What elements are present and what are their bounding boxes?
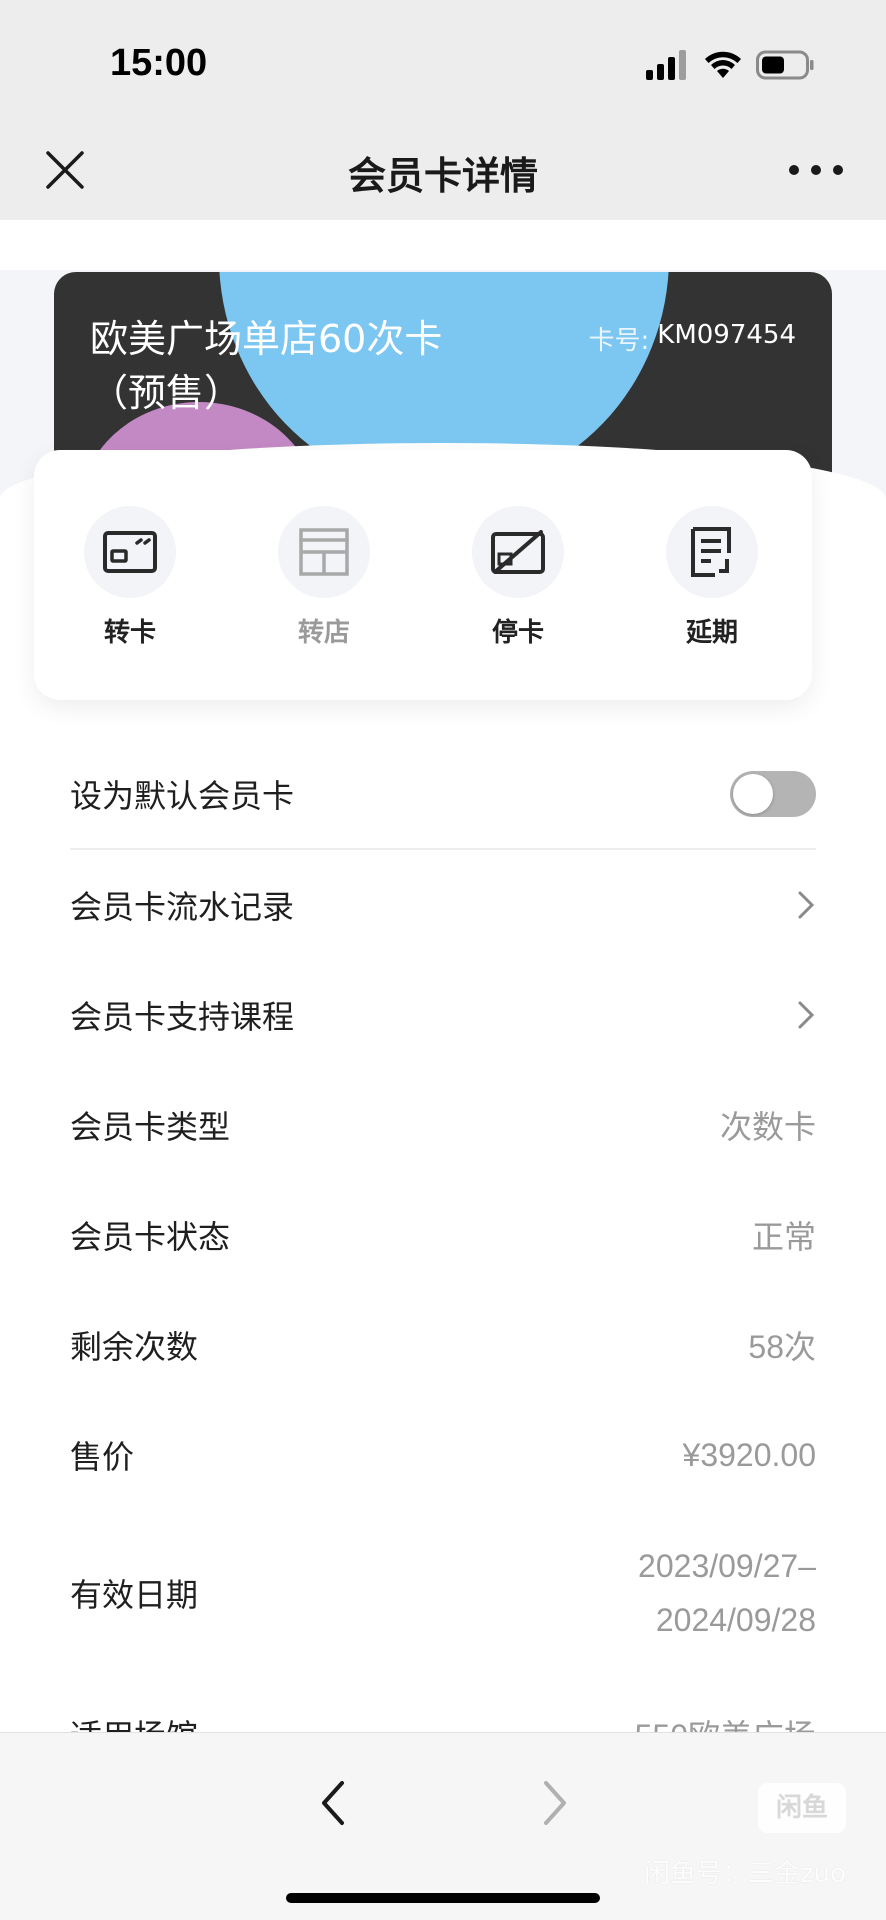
top-bar: 15:00 会员卡详情 <box>0 0 886 220</box>
forward-arrow-icon[interactable] <box>536 1773 576 1833</box>
remaining-times-value: 58次 <box>748 1329 816 1365</box>
chevron-right-icon <box>798 891 815 919</box>
card-type-value: 次数卡 <box>719 1109 816 1145</box>
validity-value: 2023/09/27– 2024/09/28 <box>638 1539 816 1647</box>
card-number-label: 卡号: <box>588 326 650 356</box>
default-card-toggle[interactable] <box>730 771 816 817</box>
signal-icon <box>646 50 686 80</box>
transfer-store-label: 转店 <box>297 618 350 648</box>
card-number: 卡号: KM097454 <box>589 320 797 357</box>
price-value: ¥3920.00 <box>682 1436 816 1473</box>
card-actions-panel: 转卡 转店 停卡 延期 <box>34 450 812 700</box>
back-arrow-icon[interactable] <box>312 1773 352 1833</box>
transfer-card-button[interactable]: 转卡 <box>70 506 190 649</box>
extend-card-label: 延期 <box>685 618 738 648</box>
card-records-label: 会员卡流水记录 <box>70 888 295 926</box>
default-card-row: 设为默认会员卡 <box>70 740 816 850</box>
card-name: 欧美广场单店60次卡（预售） <box>90 317 443 415</box>
validity-start: 2023/09/27– <box>638 1547 816 1584</box>
suspend-card-button[interactable]: 停卡 <box>458 506 578 649</box>
card-status-value: 正常 <box>751 1219 816 1255</box>
watermark-text: 闲鱼号：三金zuo <box>643 1859 846 1889</box>
wifi-icon <box>705 51 741 78</box>
card-number-value: KM097454 <box>657 320 796 350</box>
home-indicator[interactable] <box>286 1893 600 1903</box>
transfer-card-label: 转卡 <box>103 618 156 648</box>
card-courses-link[interactable]: 会员卡支持课程 <box>70 960 816 1070</box>
card-status-label: 会员卡状态 <box>70 1218 231 1256</box>
battery-icon <box>756 50 814 80</box>
card-status-row: 会员卡状态 正常 <box>70 1180 816 1290</box>
status-icons <box>646 48 814 82</box>
validity-label: 有效日期 <box>70 1575 199 1614</box>
card-records-link[interactable]: 会员卡流水记录 <box>70 850 816 960</box>
transfer-store-button[interactable]: 转店 <box>264 506 384 649</box>
card-details-list: 设为默认会员卡 会员卡流水记录 会员卡支持课程 会员卡类型 次数卡 会员卡状态 … <box>70 740 816 1735</box>
price-label: 售价 <box>70 1438 135 1476</box>
watermark-logo: 闲鱼 <box>758 1783 846 1833</box>
remaining-times-label: 剩余次数 <box>70 1328 199 1366</box>
validity-row: 有效日期 2023/09/27– 2024/09/28 <box>70 1510 816 1675</box>
more-icon[interactable] <box>786 152 846 188</box>
store-icon <box>299 528 349 576</box>
default-card-label: 设为默认会员卡 <box>70 777 295 815</box>
venue-row: 适用场馆 550欧美广场 <box>70 1675 816 1735</box>
extend-document-icon <box>691 527 731 577</box>
extend-card-button[interactable]: 延期 <box>652 506 772 649</box>
remaining-times-row: 剩余次数 58次 <box>70 1290 816 1400</box>
card-type-row: 会员卡类型 次数卡 <box>70 1070 816 1180</box>
card-courses-label: 会员卡支持课程 <box>70 998 295 1036</box>
chevron-right-icon <box>798 1001 815 1029</box>
page-title: 会员卡详情 <box>347 154 538 198</box>
card-suspend-icon <box>491 530 545 574</box>
price-row: 售价 ¥3920.00 <box>70 1400 816 1510</box>
suspend-card-label: 停卡 <box>491 618 544 648</box>
status-time: 15:00 <box>110 42 208 84</box>
card-transfer-icon <box>103 531 157 573</box>
bottom-nav-bar: 闲鱼 闲鱼号：三金zuo <box>0 1732 886 1920</box>
card-type-label: 会员卡类型 <box>70 1108 231 1146</box>
validity-end: 2024/09/28 <box>655 1601 816 1638</box>
